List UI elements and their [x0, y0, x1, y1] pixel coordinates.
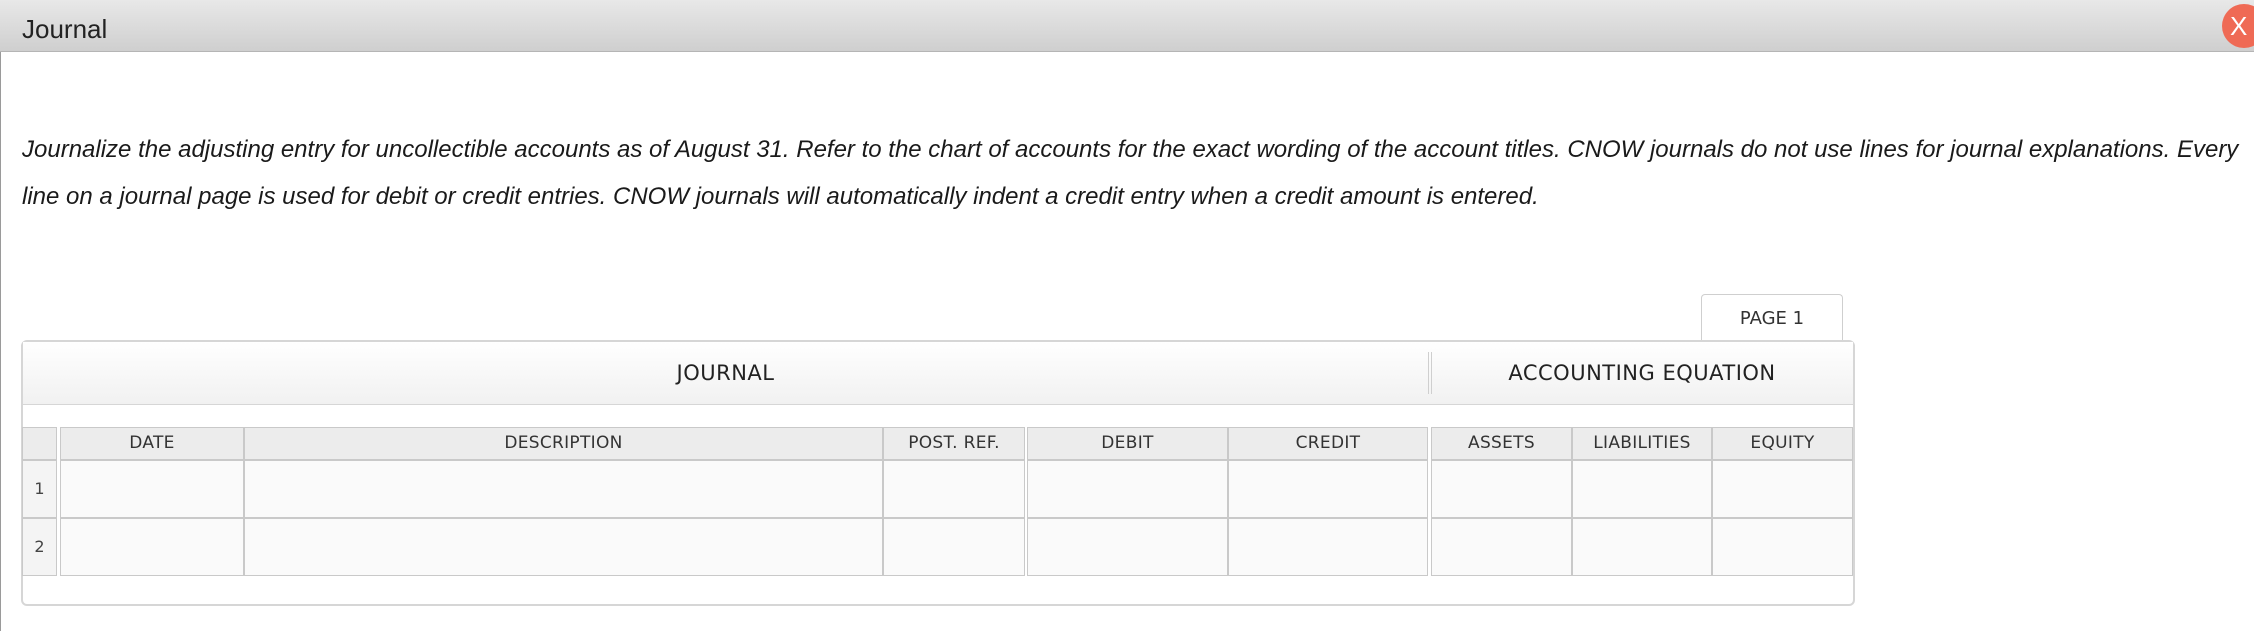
date-input[interactable] — [60, 518, 244, 576]
rownum-header — [22, 427, 57, 460]
col-header-description: DESCRIPTION — [244, 427, 883, 460]
debit-input[interactable] — [1027, 518, 1228, 576]
close-icon: X — [2230, 11, 2248, 41]
assets-input[interactable] — [1431, 460, 1572, 518]
col-header-liabilities: LIABILITIES — [1572, 427, 1712, 460]
tab-page-1[interactable]: PAGE 1 — [1701, 294, 1843, 342]
instructions-text: Journalize the adjusting entry for uncol… — [22, 136, 2239, 210]
journal-header-band: JOURNAL ACCOUNTING EQUATION — [23, 342, 1853, 405]
credit-input[interactable] — [1228, 518, 1428, 576]
liabilities-input[interactable] — [1572, 518, 1712, 576]
row-number: 1 — [22, 460, 57, 518]
equity-input[interactable] — [1712, 460, 1853, 518]
accounting-equation-heading: ACCOUNTING EQUATION — [1508, 361, 1776, 385]
liabilities-input[interactable] — [1572, 460, 1712, 518]
col-header-post-ref: POST. REF. — [883, 427, 1025, 460]
close-button[interactable]: X — [2222, 4, 2254, 48]
journal-panel: JOURNAL ACCOUNTING EQUATION DATE DESCRIP… — [21, 340, 1855, 606]
col-header-credit: CREDIT — [1228, 427, 1428, 460]
col-header-equity: EQUITY — [1712, 427, 1853, 460]
date-input[interactable] — [60, 460, 244, 518]
description-input[interactable] — [244, 460, 883, 518]
col-header-debit: DEBIT — [1027, 427, 1228, 460]
window-left-border — [0, 52, 1, 631]
description-input[interactable] — [244, 518, 883, 576]
journal-heading: JOURNAL — [676, 361, 775, 385]
credit-input[interactable] — [1228, 460, 1428, 518]
col-header-date: DATE — [60, 427, 244, 460]
equity-input[interactable] — [1712, 518, 1853, 576]
window-titlebar: Journal X — [0, 0, 2254, 52]
window-title: Journal — [22, 14, 108, 44]
col-header-assets: ASSETS — [1431, 427, 1572, 460]
debit-input[interactable] — [1027, 460, 1228, 518]
post-ref-input[interactable] — [883, 518, 1025, 576]
post-ref-input[interactable] — [883, 460, 1025, 518]
header-spacer — [23, 405, 1853, 426]
assets-input[interactable] — [1431, 518, 1572, 576]
row-number: 2 — [22, 518, 57, 576]
